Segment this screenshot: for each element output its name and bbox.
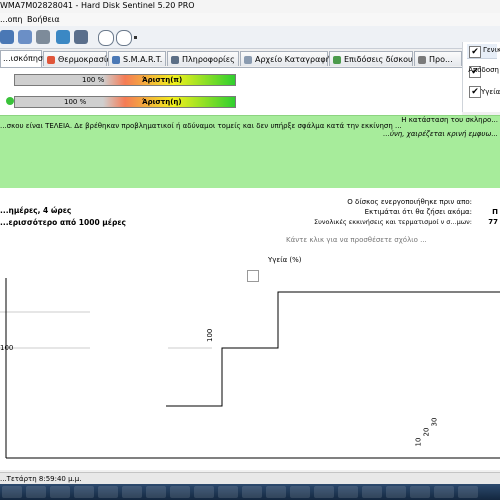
performance-label: Απόδοση — [468, 66, 499, 74]
window-title: WMA7M02828041 - Hard Disk Sentinel 5.20 … — [0, 1, 195, 10]
taskbar-button[interactable] — [170, 486, 190, 498]
health-checkbox[interactable]: ✔ — [469, 86, 481, 98]
tab-label: Προ... — [429, 55, 453, 64]
benchmark-icon[interactable] — [98, 30, 114, 46]
settings-icon[interactable] — [74, 30, 88, 44]
status-bar-text: ...Τετάρτη 8:59:40 μ.μ. — [0, 475, 82, 483]
taskbar-button[interactable] — [338, 486, 358, 498]
monitor-icon[interactable] — [56, 30, 70, 44]
os-taskbar — [0, 484, 500, 500]
estimated-lifetime: ...ερισσότερο από 1000 μέρες — [0, 218, 126, 227]
taskbar-button[interactable] — [74, 486, 94, 498]
window-title-bar: WMA7M02828041 - Hard Disk Sentinel 5.20 … — [0, 0, 500, 14]
xtick-label: 10 — [414, 437, 423, 447]
log-icon — [244, 56, 252, 64]
menu-bar: ...οπη Βοήθεια — [0, 13, 500, 26]
xtick-label: 30 — [430, 417, 439, 427]
taskbar-button[interactable] — [434, 486, 454, 498]
status-description: ...σκου είναι ΤΕΛΕΙΑ. Δε βρέθηκαν προβλη… — [0, 122, 402, 130]
taskbar-button[interactable] — [290, 486, 310, 498]
taskbar-button[interactable] — [410, 486, 430, 498]
startups-label: Συνολικές εκκινήσεις και τερματισμοί ν σ… — [314, 218, 472, 226]
performance-bar — [14, 74, 236, 86]
ytick-label: 100 — [0, 344, 14, 352]
general-label: Γενικ... — [483, 46, 500, 54]
tab-performance[interactable]: Επιδόσεις δίσκου — [329, 51, 413, 66]
tab-label: Θερμοκρασία — [58, 55, 112, 64]
tab-overview[interactable]: ...ισκόπηση — [0, 50, 48, 67]
performance-percent: 100 % — [82, 76, 105, 84]
tab-log[interactable]: Αρχείο Καταγραφής — [240, 51, 335, 66]
taskbar-button[interactable] — [218, 486, 238, 498]
health-percent: 100 % — [64, 98, 87, 106]
tab-alerts[interactable]: Προ... — [414, 51, 462, 66]
health-label: Υγεία — [481, 88, 500, 96]
taskbar-button[interactable] — [98, 486, 118, 498]
status-note: ...ύνη, χαιρέζεται κρινή εμφυω... — [383, 130, 498, 138]
lifetime-value: Π — [492, 208, 498, 216]
taskbar-button[interactable] — [386, 486, 406, 498]
performance-icon — [333, 56, 341, 64]
health-bar — [14, 96, 236, 108]
tab-temperature[interactable]: Θερμοκρασία — [43, 51, 112, 66]
taskbar-button[interactable] — [314, 486, 334, 498]
more-icon[interactable] — [134, 36, 137, 39]
taskbar-button[interactable] — [2, 486, 22, 498]
taskbar-button[interactable] — [242, 486, 262, 498]
status-heading: Η κατάσταση του σκληρο... — [401, 116, 498, 124]
health-chart — [0, 278, 500, 459]
taskbar-button[interactable] — [458, 486, 478, 498]
menu-item-view[interactable]: ...οπη — [0, 15, 22, 24]
power-on-time: ...ημέρες, 4 ώρες — [0, 206, 72, 215]
chart-frame — [166, 291, 500, 407]
taskbar-button[interactable] — [146, 486, 166, 498]
taskbar-button[interactable] — [266, 486, 286, 498]
disk-icon[interactable] — [18, 30, 32, 44]
lifetime-label: Εκτιμάται ότι θα ζήσει ακόμα: — [364, 208, 472, 216]
xtick-label: 20 — [422, 427, 431, 437]
toolbar — [0, 26, 500, 49]
thermometer-icon — [47, 56, 55, 64]
info-panel: ...ημέρες, 4 ώρες ...ερισσότερο από 1000… — [0, 188, 500, 248]
tab-label: Πληροφορίες — [182, 55, 235, 64]
tab-information[interactable]: Πληροφορίες — [167, 51, 239, 66]
tab-label: ...ισκόπηση — [3, 54, 49, 63]
status-description-box: Η κατάσταση του σκληρο... ...σκου είναι … — [0, 115, 500, 189]
help-icon[interactable] — [116, 30, 132, 46]
tab-label: Επιδόσεις δίσκου — [344, 55, 413, 64]
smart-icon — [112, 56, 120, 64]
menu-item-help[interactable]: Βοήθεια — [27, 15, 60, 24]
right-panel: ✔ Γενικ... ✔ Απόδοση ✔ Υγεία — [462, 42, 500, 112]
report-icon[interactable] — [36, 30, 50, 44]
tab-smart[interactable]: S.M.A.R.T. — [108, 51, 166, 66]
taskbar-button[interactable] — [362, 486, 382, 498]
performance-rating: Άριστη(π) — [142, 76, 183, 84]
alerts-icon — [418, 56, 426, 64]
taskbar-button[interactable] — [122, 486, 142, 498]
taskbar-button[interactable] — [26, 486, 46, 498]
startups-value: 77 — [488, 218, 498, 226]
tab-label: Αρχείο Καταγραφής — [255, 55, 336, 64]
health-status-icon — [6, 97, 14, 105]
tab-label: S.M.A.R.T. — [123, 55, 163, 64]
taskbar-button[interactable] — [50, 486, 70, 498]
ytick-label: 100 — [206, 328, 214, 342]
tab-strip: ...ισκόπηση Θερμοκρασία S.M.A.R.T. Πληρο… — [0, 50, 462, 67]
taskbar-button[interactable] — [194, 486, 214, 498]
power-on-label: Ο δίσκος ενεργοποιήθηκε πριν απο: — [347, 198, 472, 206]
refresh-icon[interactable] — [0, 30, 14, 44]
info-icon — [171, 56, 179, 64]
general-checkbox[interactable]: ✔ — [469, 46, 481, 58]
comment-field[interactable]: Κάντε κλικ για να προσθέσετε σχόλιο ... — [286, 236, 427, 244]
health-chart-area: Υγεία (%) 100 100 10 20 30 — [0, 248, 500, 470]
health-rating: Άριστη(η) — [142, 98, 182, 106]
